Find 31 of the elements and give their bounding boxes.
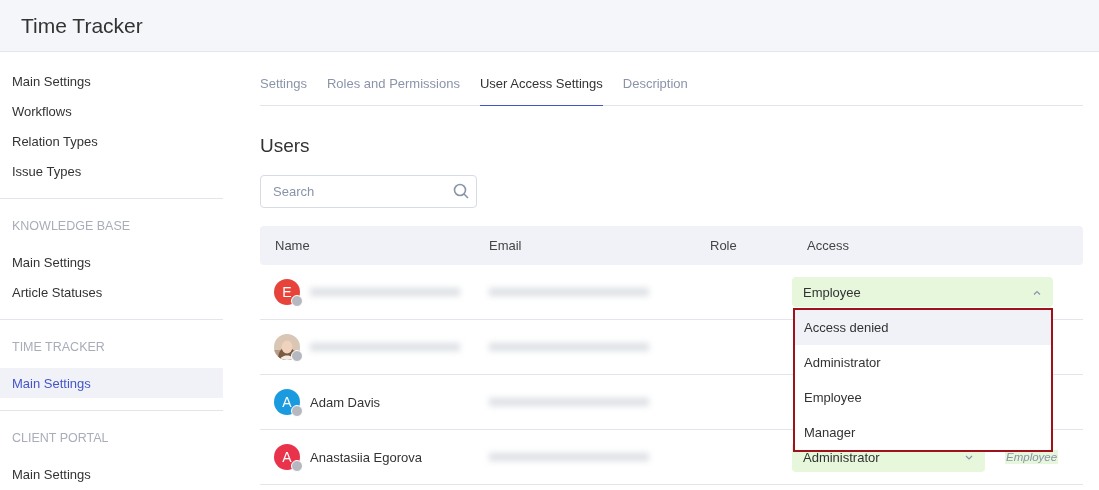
sidebar-item[interactable]: Issue Types — [0, 156, 223, 186]
column-header: Role — [709, 238, 738, 253]
sidebar-item[interactable]: Main Settings — [0, 66, 223, 96]
tab[interactable]: User Access Settings — [479, 76, 603, 106]
search-icon — [453, 183, 469, 199]
avatar: E — [274, 279, 300, 305]
dropdown-option[interactable]: Employee — [795, 380, 1051, 415]
sidebar-item[interactable]: Relation Types — [0, 126, 223, 156]
section-title: Users — [260, 135, 311, 157]
avatar: A — [274, 389, 300, 415]
access-select[interactable]: Employee — [792, 277, 1053, 307]
column-header: Name — [274, 238, 311, 253]
page-title: Time Tracker — [21, 13, 143, 38]
search-field[interactable]: Search — [260, 175, 477, 208]
dropdown-option[interactable]: Access denied — [795, 310, 1051, 345]
column-header: Email — [488, 238, 523, 253]
sidebar-item[interactable]: Main Settings — [0, 368, 223, 398]
caret-icon — [965, 454, 973, 460]
sidebar-item[interactable]: Main Settings — [0, 459, 223, 489]
user-name: Anastasiia Egorova — [310, 449, 422, 465]
user-name: Adam Davis — [310, 394, 381, 410]
caret-icon — [1033, 289, 1041, 295]
column-header: Access — [806, 238, 850, 253]
sidebar-item[interactable]: Main Settings — [0, 247, 223, 277]
sidebar-item[interactable]: Article Statuses — [0, 277, 223, 307]
dropdown-option[interactable]: Administrator — [795, 345, 1051, 380]
sidebar-heading: KNOWLEDGE BASE — [11, 218, 132, 235]
sidebar-item[interactable]: Workflows — [0, 96, 223, 126]
sidebar-heading: TIME TRACKER — [11, 339, 106, 356]
sidebar-heading: CLIENT PORTAL — [11, 430, 110, 447]
avatar: A — [274, 444, 300, 470]
